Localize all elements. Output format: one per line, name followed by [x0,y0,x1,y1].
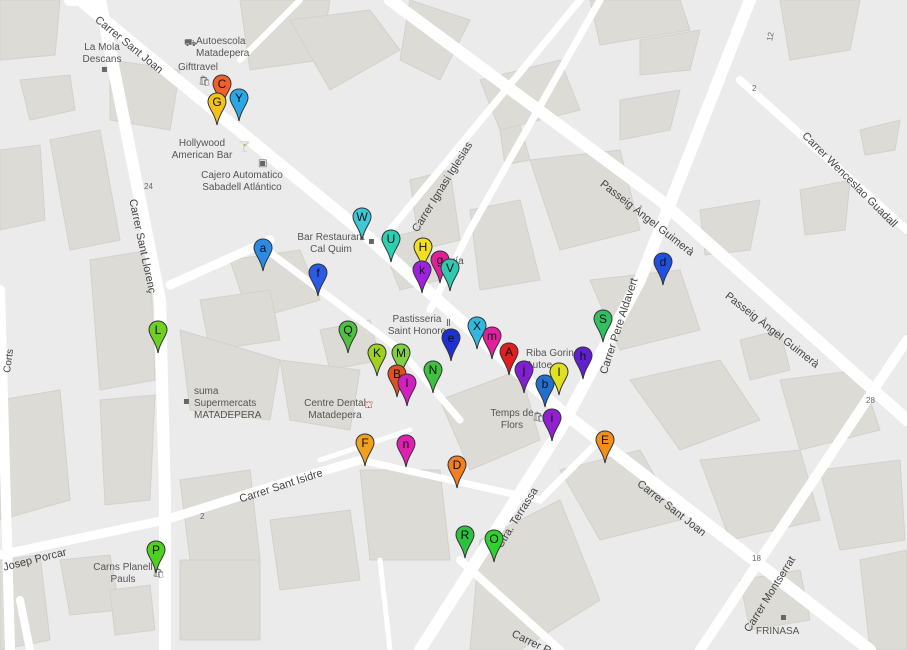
marker-letter: Q [343,323,353,337]
marker-letter: K [372,346,381,360]
map-marker-a[interactable]: a [253,238,273,272]
house-number: 12 [765,31,776,42]
marker-letter: N [428,363,438,377]
marker-letter: e [447,331,455,345]
map-marker-n[interactable]: n [396,434,416,468]
map-marker-i[interactable]: i [542,408,562,442]
marker-letter: E [600,433,609,447]
map-marker-Q[interactable]: Q [338,320,358,354]
map-marker-j[interactable]: j [514,360,534,394]
place-hollywood[interactable]: Hollywood American Bar [170,138,234,162]
map-marker-V[interactable]: V [440,258,460,292]
map-marker-l[interactable]: l [397,373,417,407]
marker-letter: M [396,346,406,360]
map-marker-E[interactable]: E [595,430,615,464]
marker-letter: R [460,528,470,542]
marker-letter: A [504,345,513,359]
shop-bag-icon: 🛍 [198,76,211,87]
marker-letter: l [405,376,409,390]
marker-letter: O [489,532,499,546]
map-marker-N[interactable]: N [423,360,443,394]
map-marker-W[interactable]: W [352,207,372,241]
map-marker-F[interactable]: F [355,433,375,467]
driving-school-icon: ⛟ [184,38,197,49]
map-canvas[interactable]: Carrer Sant Joan Carrer Ignasi Iglesias … [0,0,907,650]
house-number: 2 [200,512,205,521]
place-la-mola[interactable]: La Mola Descans [80,42,124,66]
map-marker-L[interactable]: L [148,320,168,354]
map-marker-h[interactable]: h [573,346,593,380]
place-dot-icon: ▪ [183,396,190,407]
marker-letter: U [386,232,396,246]
atm-icon: ▣ [258,158,268,169]
marker-letter: Y [234,91,243,105]
marker-letter: j [522,363,526,377]
marker-letter: L [154,323,162,337]
map-marker-f[interactable]: f [308,263,328,297]
marker-letter: W [356,210,368,224]
marker-letter: f [316,266,320,280]
map-marker-I[interactable]: I [549,362,569,396]
map-marker-d[interactable]: d [653,252,673,286]
map-marker-O[interactable]: O [484,529,504,563]
house-number: 18 [752,554,761,563]
map-marker-U[interactable]: U [381,229,401,263]
marker-letter: V [445,261,454,275]
map-marker-G[interactable]: G [207,92,227,126]
marker-letter: d [659,255,667,269]
marker-letter: m [487,329,497,343]
house-number: 28 [866,396,875,405]
place-dot-icon: ▪ [780,612,787,623]
place-gifttravel[interactable]: Gifttravel [178,62,218,74]
marker-letter: n [402,437,410,451]
marker-letter: h [579,349,587,363]
marker-letter: I [557,365,561,379]
place-centre-dental[interactable]: Centre Dental Matadepera [298,398,372,422]
house-number: 24 [144,182,153,191]
place-frinasa[interactable]: FRINASA [756,626,799,638]
place-dot-icon: ▪ [101,64,108,75]
marker-letter: a [259,241,267,255]
place-cajero[interactable]: Cajero Automatico Sabadell Atlántico [190,170,294,194]
map-marker-k[interactable]: k [412,260,432,294]
map-marker-P[interactable]: P [146,540,166,574]
marker-letter: S [598,312,607,326]
map-marker-R[interactable]: R [455,525,475,559]
marker-letter: G [212,95,222,109]
tooth-icon: ⛫ [364,400,374,411]
map-marker-D[interactable]: D [447,455,467,489]
marker-letter: i [550,411,554,425]
marker-letter: P [151,543,160,557]
marker-letter: k [419,263,425,277]
map-marker-S[interactable]: S [593,309,613,343]
map-marker-K[interactable]: K [367,343,387,377]
place-supermercats[interactable]: suma Supermercats MATADEPERA [194,386,266,422]
place-autoescola[interactable]: Autoescola Matadepera [196,36,256,60]
house-number: 2 [752,84,757,93]
map-marker-Y[interactable]: Y [229,88,249,122]
marker-letter: D [452,458,462,472]
place-temps-flors[interactable]: Temps de Flors [490,408,534,432]
map-marker-e[interactable]: e [441,328,461,362]
bar-icon: 🍸 [238,142,251,153]
marker-letter: F [361,436,369,450]
